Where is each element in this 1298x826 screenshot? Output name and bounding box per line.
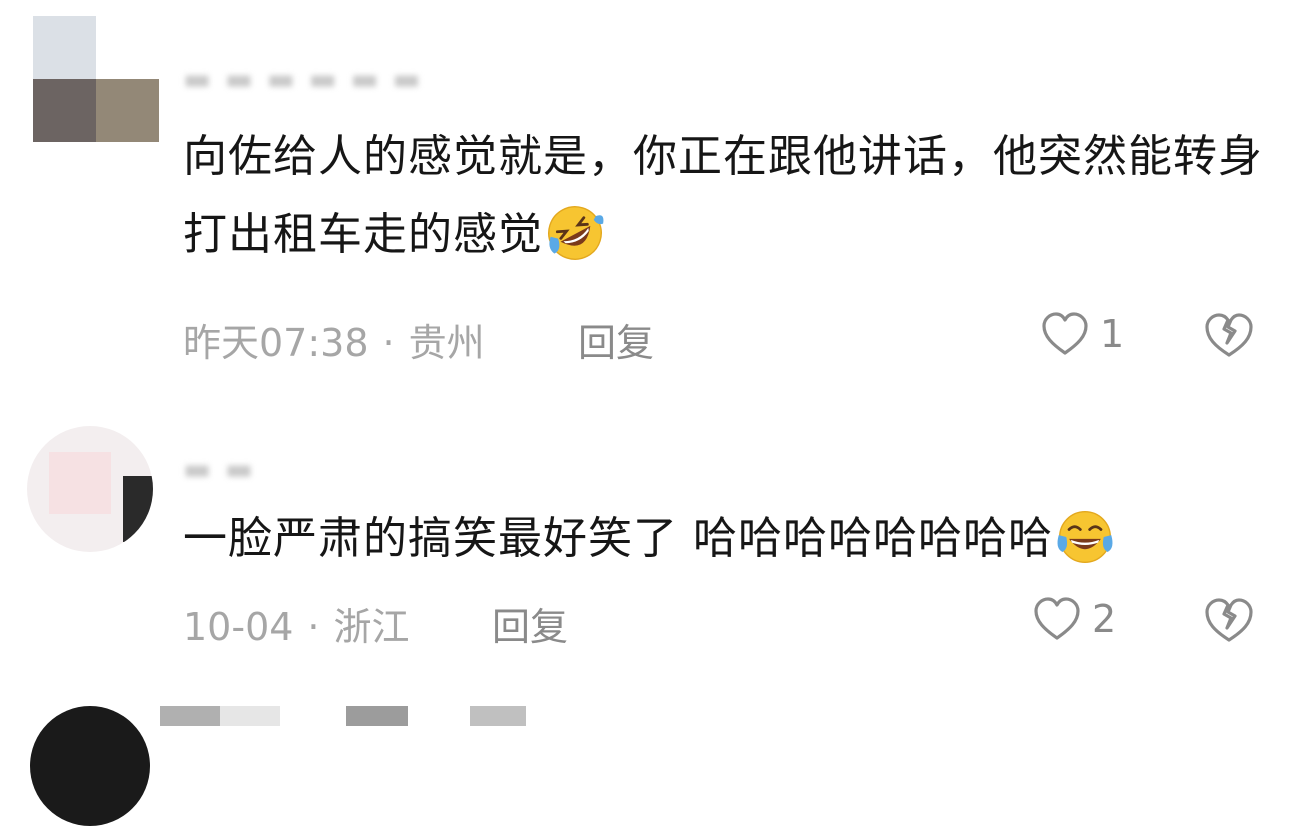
username[interactable]: ▬ ▬ xyxy=(183,452,255,487)
comment-location: 浙江 xyxy=(333,605,410,649)
avatar-pixel xyxy=(123,476,153,542)
comment-location: 贵州 xyxy=(408,321,485,365)
username-blur xyxy=(220,706,280,726)
dislike-button[interactable] xyxy=(1202,596,1256,648)
comment-time: 昨天07:38 xyxy=(183,321,369,365)
comment-meta: 昨天07:38 · 贵州 xyxy=(183,312,485,367)
avatar-pixel xyxy=(49,452,111,514)
comment-item-partial xyxy=(0,700,1298,826)
avatar[interactable] xyxy=(27,426,153,552)
rolling-laughing-emoji-icon xyxy=(548,206,604,260)
comment-text-content: 向佐给人的感觉就是，你正在跟他讲话，他突然能转身打出租车走的感觉 xyxy=(183,131,1263,260)
avatar[interactable] xyxy=(33,16,159,142)
avatar-pixel xyxy=(33,79,96,142)
like-button[interactable]: 1 xyxy=(1040,311,1124,357)
comment-text: 一脸严肃的搞笑最好笑了 哈哈哈哈哈哈哈哈 xyxy=(183,500,1263,578)
username-blur xyxy=(160,706,220,726)
username-blur xyxy=(470,706,526,726)
comment-text: 向佐给人的感觉就是，你正在跟他讲话，他突然能转身打出租车走的感觉 xyxy=(183,118,1263,274)
meta-separator: · xyxy=(307,605,320,649)
tears-of-joy-emoji-icon xyxy=(1057,510,1113,564)
comment-meta: 10-04 · 浙江 xyxy=(183,596,410,651)
avatar-pixel xyxy=(96,79,159,142)
comment-time: 10-04 xyxy=(183,605,294,649)
comment-text-content: 一脸严肃的搞笑最好笑了 哈哈哈哈哈哈哈哈 xyxy=(183,513,1053,564)
avatar-pixel xyxy=(33,16,96,79)
meta-separator: · xyxy=(382,321,395,365)
like-count: 1 xyxy=(1100,312,1125,356)
avatar[interactable] xyxy=(30,706,150,826)
heart-outline-icon xyxy=(1034,597,1080,640)
comment-item: ▬ ▬ 一脸严肃的搞笑最好笑了 哈哈哈哈哈哈哈哈 10-04 · 浙江 回复 2 xyxy=(0,400,1298,700)
like-button[interactable]: 2 xyxy=(1032,596,1116,642)
like-count: 2 xyxy=(1092,597,1117,641)
username[interactable]: ▬ ▬ ▬ ▬ ▬ ▬ xyxy=(183,62,423,97)
comment-item: ▬ ▬ ▬ ▬ ▬ ▬ 向佐给人的感觉就是，你正在跟他讲话，他突然能转身打出租车… xyxy=(0,0,1298,400)
heart-outline-icon xyxy=(1042,312,1088,355)
reply-button[interactable]: 回复 xyxy=(578,312,654,367)
username-blur xyxy=(346,706,408,726)
broken-heart-icon xyxy=(1205,598,1253,642)
reply-button[interactable]: 回复 xyxy=(492,596,568,651)
dislike-button[interactable] xyxy=(1202,311,1256,363)
broken-heart-icon xyxy=(1205,313,1253,357)
avatar-pixel xyxy=(96,16,159,79)
